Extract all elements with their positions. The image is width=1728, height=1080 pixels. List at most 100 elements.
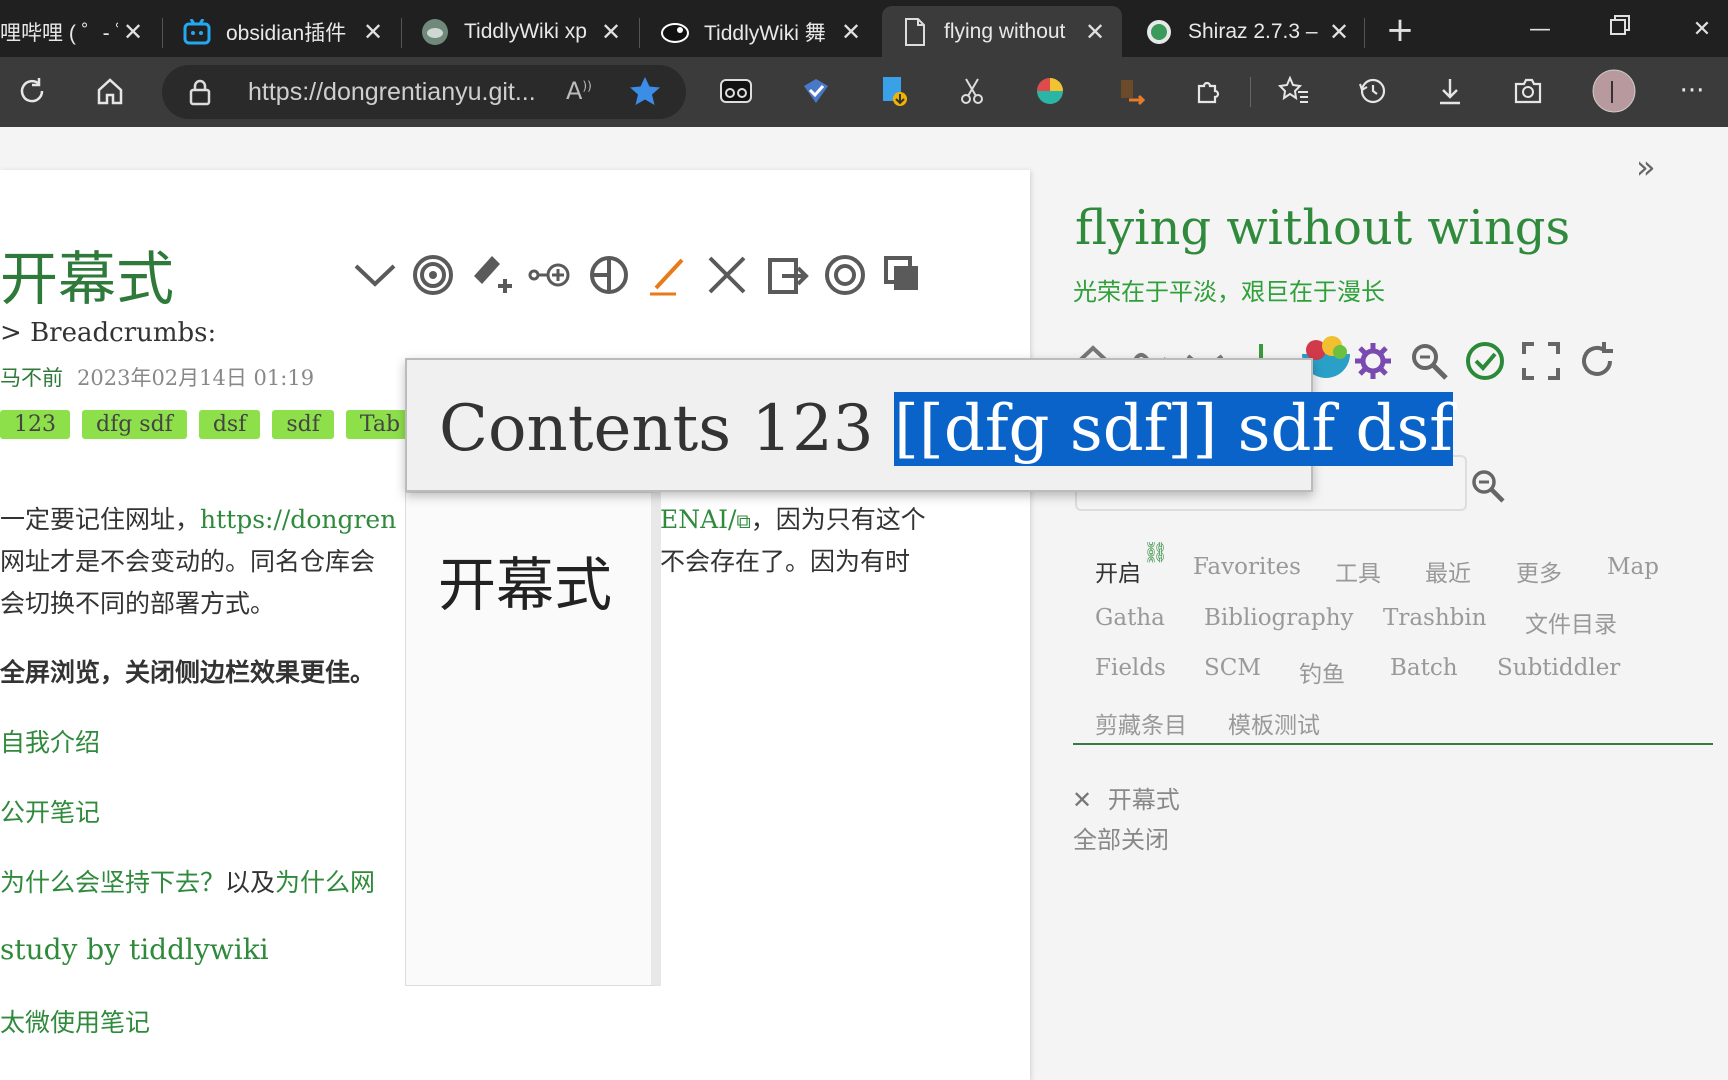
tab-flying-without[interactable]: flying without ✕ <box>882 6 1122 57</box>
close-window-button[interactable]: ✕ <box>1682 10 1722 50</box>
link-study[interactable]: study by tiddlywiki <box>0 933 269 966</box>
add-tag-icon[interactable] <box>468 252 514 298</box>
author-link[interactable]: 马不前 <box>0 366 63 390</box>
url-link-end[interactable]: ENAI/ <box>660 505 736 534</box>
link-self-intro[interactable]: 自我介绍 <box>0 723 100 759</box>
tab-bibliography[interactable]: Bibliography <box>1204 605 1354 631</box>
link-plus-icon[interactable] <box>526 252 572 298</box>
close-icon[interactable]: ✕ <box>1080 18 1110 46</box>
restore-button[interactable] <box>1600 10 1640 50</box>
tab-clippings[interactable]: 剪藏条目 <box>1095 706 1187 740</box>
open-tiddler-item[interactable]: ✕ 开幕式 <box>1072 780 1180 815</box>
tab-shiraz[interactable]: Shiraz 2.7.3 – ✕ <box>1126 6 1366 57</box>
chevron-down-icon[interactable] <box>352 252 398 298</box>
target-icon[interactable] <box>822 252 868 298</box>
open-tiddler-label[interactable]: 开幕式 <box>1108 786 1180 814</box>
url-link[interactable]: https://dongren <box>200 505 396 534</box>
export-icon[interactable] <box>764 252 810 298</box>
home-icon[interactable] <box>90 71 130 111</box>
tab-open[interactable]: 开启 <box>1095 554 1141 588</box>
tab-bilibili[interactable]: 哩哔哩 ( ゜- ゜)つ ✕ <box>0 6 160 57</box>
tag-pill[interactable]: dsf <box>198 410 261 439</box>
tab-title: TiddlyWiki 舞 <box>704 21 826 45</box>
extension-check-icon[interactable] <box>796 71 836 111</box>
search-icon[interactable] <box>1408 340 1450 382</box>
extension-mask-icon[interactable] <box>716 71 756 111</box>
browser-toolbar: https://dongrentianyu.git... A)) ··· <box>0 57 1728 127</box>
tag-pill[interactable]: Tab <box>345 410 415 439</box>
tab-title: Shiraz 2.7.3 – <box>1188 19 1318 43</box>
tab-more[interactable]: 更多 <box>1516 554 1562 588</box>
new-tab-button[interactable]: + <box>1380 10 1420 50</box>
check-circle-icon[interactable] <box>1464 340 1506 382</box>
bilibili-tv-icon <box>182 17 212 47</box>
tabs-divider <box>1073 743 1713 745</box>
tab-tiddlywiki-wu[interactable]: TiddlyWiki 舞 ✕ <box>642 6 878 57</box>
close-icon[interactable]: ✕ <box>358 18 388 46</box>
edit-pencil-icon[interactable] <box>646 252 692 298</box>
refresh-icon[interactable] <box>1576 340 1618 382</box>
breadcrumbs-label: Breadcrumbs: <box>30 318 217 348</box>
address-text[interactable]: https://dongrentianyu.git... <box>248 78 536 107</box>
tab-favorites[interactable]: Favorites <box>1193 554 1301 580</box>
tab-map[interactable]: Map <box>1607 554 1659 580</box>
close-icon[interactable] <box>704 252 750 298</box>
downloads-icon[interactable] <box>1430 71 1470 111</box>
tab-tools[interactable]: 工具 <box>1335 554 1381 588</box>
search-icon[interactable] <box>1470 468 1506 504</box>
selected-text[interactable]: [[dfg sdf]] sdf dsf <box>893 392 1453 466</box>
extensions-puzzle-icon[interactable] <box>1188 71 1228 111</box>
favorites-icon[interactable] <box>1274 71 1314 111</box>
close-icon[interactable]: ✕ <box>1072 786 1092 814</box>
extension-color-icon[interactable] <box>1030 71 1070 111</box>
spiral-icon[interactable] <box>410 252 456 298</box>
lock-icon[interactable] <box>188 78 212 110</box>
popup-text[interactable]: Contents 123 [[dfg sdf]] sdf dsf <box>439 392 1453 466</box>
tab-subtiddler[interactable]: Subtiddler <box>1497 655 1620 681</box>
address-bar[interactable]: https://dongrentianyu.git... A)) <box>162 65 686 119</box>
tag-pill[interactable]: 123 <box>0 410 70 439</box>
tab-obsidian[interactable]: obsidian插件 ✕ <box>164 6 400 57</box>
tab-gatha[interactable]: Gatha <box>1095 605 1165 631</box>
minimize-button[interactable]: — <box>1520 10 1560 50</box>
tab-trashbin[interactable]: Trashbin <box>1383 605 1487 631</box>
performance-icon[interactable] <box>1508 71 1548 111</box>
close-icon[interactable]: ✕ <box>596 18 626 46</box>
chevron-double-right-icon[interactable]: » <box>1636 148 1656 186</box>
tab-title: TiddlyWiki xp <box>464 19 587 43</box>
scissors-icon[interactable] <box>952 71 992 111</box>
tab-tiddlywiki-xp[interactable]: TiddlyWiki xp ✕ <box>402 6 638 57</box>
fullscreen-icon[interactable] <box>1520 340 1562 382</box>
clone-icon[interactable] <box>880 252 926 298</box>
tab-fishing[interactable]: 钓鱼 <box>1299 655 1345 689</box>
popup-input[interactable]: Contents 123 [[dfg sdf]] sdf dsf <box>405 358 1453 492</box>
favorite-star-icon[interactable] <box>628 75 662 111</box>
tab-template-test[interactable]: 模板测试 <box>1228 706 1320 740</box>
tag-list: 123 dfg sdf dsf sdf Tab <box>0 410 415 439</box>
refresh-icon[interactable] <box>12 71 52 111</box>
link-taiwei[interactable]: 太微使用笔记 <box>0 1003 150 1039</box>
tab-recent[interactable]: 最近 <box>1425 554 1471 588</box>
avatar[interactable] <box>1590 67 1638 115</box>
extension-download-icon[interactable] <box>874 71 914 111</box>
tab-fields[interactable]: Fields <box>1095 655 1166 681</box>
read-aloud-icon[interactable]: A)) <box>566 77 592 105</box>
close-icon[interactable]: ✕ <box>118 18 148 46</box>
palette-icon[interactable] <box>586 252 632 298</box>
close-icon[interactable]: ✕ <box>1324 18 1354 46</box>
breadcrumbs[interactable]: > Breadcrumbs: <box>0 318 216 348</box>
link-why-2[interactable]: 为什么网 <box>275 868 375 897</box>
tab-batch[interactable]: Batch <box>1390 655 1458 681</box>
tag-pill[interactable]: dfg sdf <box>82 410 187 439</box>
more-menu-icon[interactable]: ··· <box>1672 71 1712 111</box>
close-icon[interactable]: ✕ <box>836 18 866 46</box>
extension-translate-icon[interactable] <box>1110 71 1150 111</box>
close-all-link[interactable]: 全部关闭 <box>1073 820 1169 855</box>
history-icon[interactable] <box>1352 71 1392 111</box>
tab-file-directory[interactable]: 文件目录 <box>1525 605 1617 639</box>
tab-scm[interactable]: SCM <box>1204 655 1261 681</box>
gear-icon[interactable] <box>1352 340 1394 382</box>
tag-pill[interactable]: sdf <box>272 410 334 439</box>
link-why[interactable]: 为什么会坚持下去？ <box>0 868 225 897</box>
link-public-notes[interactable]: 公开笔记 <box>0 793 100 829</box>
